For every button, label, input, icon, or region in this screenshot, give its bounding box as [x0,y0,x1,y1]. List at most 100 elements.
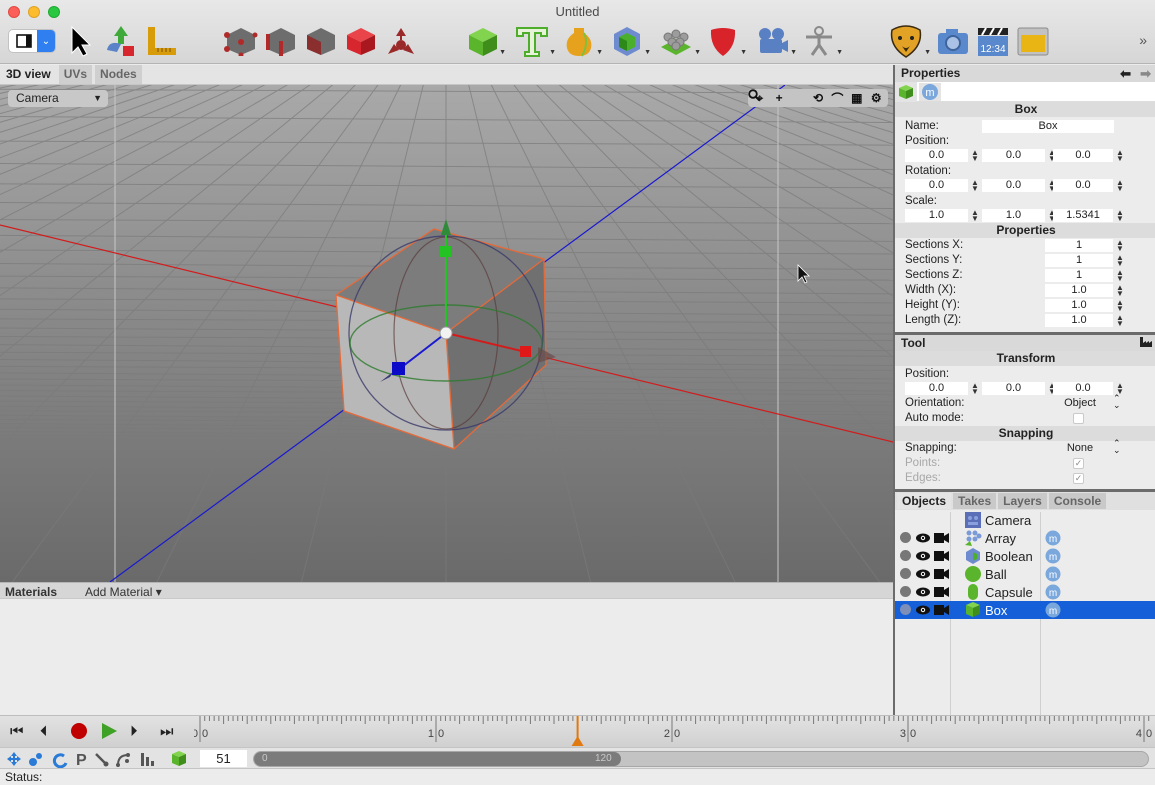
rotation-z-field[interactable]: 0.0 [1053,179,1113,192]
tab-console[interactable]: Console [1048,493,1107,509]
edges-checkbox[interactable]: ✓ [1073,473,1084,484]
property-value-field[interactable]: 1.0 [1045,299,1113,312]
transform-tool[interactable] [102,22,140,60]
lathe-button[interactable]: ▼ [558,22,603,60]
stepper-icon[interactable]: ▲ ▼ [1116,269,1124,283]
stepper-icon[interactable]: ▲ ▼ [1116,239,1124,253]
playback-range-slider[interactable]: 0 120 [253,751,1149,767]
joint-mode-button[interactable] [382,22,420,60]
object-tab[interactable] [895,82,917,102]
object-mode-button[interactable] [342,22,380,60]
property-value-field[interactable]: 1.0 [1045,284,1113,297]
property-value-field[interactable]: 1.0 [1045,314,1113,327]
settings-gear-icon[interactable]: ⚙ [867,91,885,105]
skip-to-end-button[interactable]: ⏭ [160,723,174,740]
render-camera-icon[interactable] [934,604,950,619]
current-frame-field[interactable]: 51 [200,750,247,767]
play-button[interactable] [100,722,118,744]
tool-position-x-field[interactable]: 0.0 [905,382,968,395]
pan-icon[interactable]: + [770,91,788,105]
stepper-icon[interactable]: ▲ ▼ [1116,179,1124,193]
eye-icon[interactable] [915,532,931,547]
materials-area[interactable] [0,599,893,715]
deformer-button[interactable]: ▼ [702,22,747,60]
orientation-select[interactable]: Object [1045,397,1115,409]
stepper-icon[interactable]: ▲ ▼ [971,179,979,193]
back-arrow-icon[interactable]: ⬅ [1120,65,1131,82]
snapshot-button[interactable] [935,22,971,60]
tab-objects[interactable]: Objects [897,493,952,509]
stepper-icon[interactable]: ▲ ▼ [1116,284,1124,298]
points-checkbox[interactable]: ✓ [1073,458,1084,469]
animation-button[interactable]: 12:34 [974,22,1012,60]
range-fill[interactable] [254,752,621,766]
tab-layers[interactable]: Layers [998,493,1047,509]
stepper-icon[interactable]: ▲ ▼ [971,149,979,163]
object-row-boolean[interactable]: Boolean m [895,547,1155,565]
stepper-icon[interactable]: ▲ ▼ [971,209,979,223]
auto-mode-checkbox[interactable] [1073,413,1084,424]
step-back-button[interactable]: ⏴ [40,723,48,740]
material-icon[interactable]: m [1045,602,1061,621]
forward-arrow-icon[interactable]: ➡ [1140,65,1151,82]
tab-uvs[interactable]: UVs [58,65,93,84]
object-row-ball[interactable]: Ball m [895,565,1155,583]
visibility-dot-icon[interactable] [900,532,911,543]
scale-y-field[interactable]: 1.0 [982,209,1045,222]
array-button[interactable]: ▼ [654,22,701,60]
render-camera-icon[interactable] [934,568,950,583]
tab-takes[interactable]: Takes [953,493,997,509]
visibility-dot-icon[interactable] [900,568,911,579]
text-tool-button[interactable]: ▼ [511,22,556,60]
object-row-camera[interactable]: Camera [895,511,1155,529]
property-value-field[interactable]: 1 [1045,254,1113,267]
position-z-field[interactable]: 0.0 [1053,149,1113,162]
stepper-icon[interactable]: ▲ ▼ [1116,209,1124,223]
scale-z-field[interactable]: 1.5341 [1053,209,1113,222]
add-material-button[interactable]: Add Material ▾ [85,585,162,599]
measure-tool[interactable] [143,22,179,60]
tab-3d-view[interactable]: 3D view [1,65,56,84]
visibility-dot-icon[interactable] [900,550,911,561]
tumble-icon[interactable]: ⌒ [828,90,846,107]
edge-mode-button[interactable] [262,22,300,60]
visibility-dot-icon[interactable] [900,604,911,615]
rotation-x-field[interactable]: 0.0 [905,179,968,192]
camera-select[interactable]: Camera ▼ [8,90,108,107]
step-forward-button[interactable]: ⏵ [130,723,138,740]
character-button[interactable]: ▼ [798,22,843,60]
object-row-capsule[interactable]: Capsule m [895,583,1155,601]
primitives-button[interactable]: ▼ [463,22,506,60]
record-button[interactable] [70,722,88,744]
stepper-icon[interactable]: ▲ ▼ [971,382,979,396]
stepper-icon[interactable]: ▲ ▼ [1116,254,1124,268]
3d-viewport[interactable]: Camera ▼ ⌖ + ⟲ ⌒ ▦ ⚙ [0,85,893,582]
snapping-select[interactable]: None [1045,442,1115,454]
property-value-field[interactable]: 1 [1045,239,1113,252]
stepper-icon[interactable]: ▲ ▼ [1116,314,1124,328]
tool-position-z-field[interactable]: 0.0 [1053,382,1113,395]
eye-icon[interactable] [915,604,931,619]
face-mode-button[interactable] [302,22,340,60]
layout-toggle[interactable]: ⌄ [8,29,56,53]
scale-x-field[interactable]: 1.0 [905,209,968,222]
eye-icon[interactable] [915,586,931,601]
chevron-down-icon[interactable]: ⌄ [37,30,55,52]
render-button[interactable]: ▼ [884,22,931,60]
visibility-dot-icon[interactable] [900,586,911,597]
object-row-array[interactable]: Array m [895,529,1155,547]
render-camera-icon[interactable] [934,586,950,601]
render-camera-icon[interactable] [934,550,950,565]
position-x-field[interactable]: 0.0 [905,149,968,162]
stepper-icon[interactable]: ▲ ▼ [1116,149,1124,163]
eye-icon[interactable] [915,550,931,565]
skip-to-start-button[interactable]: ⏮ [10,723,24,740]
layout-grid-icon[interactable]: ▦ [848,91,866,105]
toolbar-overflow-button[interactable]: » [1139,32,1147,48]
rotation-y-field[interactable]: 0.0 [982,179,1045,192]
orbit-icon[interactable]: ⟲ [809,91,827,105]
tool-position-y-field[interactable]: 0.0 [982,382,1045,395]
window-panel-button[interactable] [1014,22,1052,60]
name-field[interactable]: Box [982,120,1114,133]
material-tab[interactable]: m [919,83,941,101]
